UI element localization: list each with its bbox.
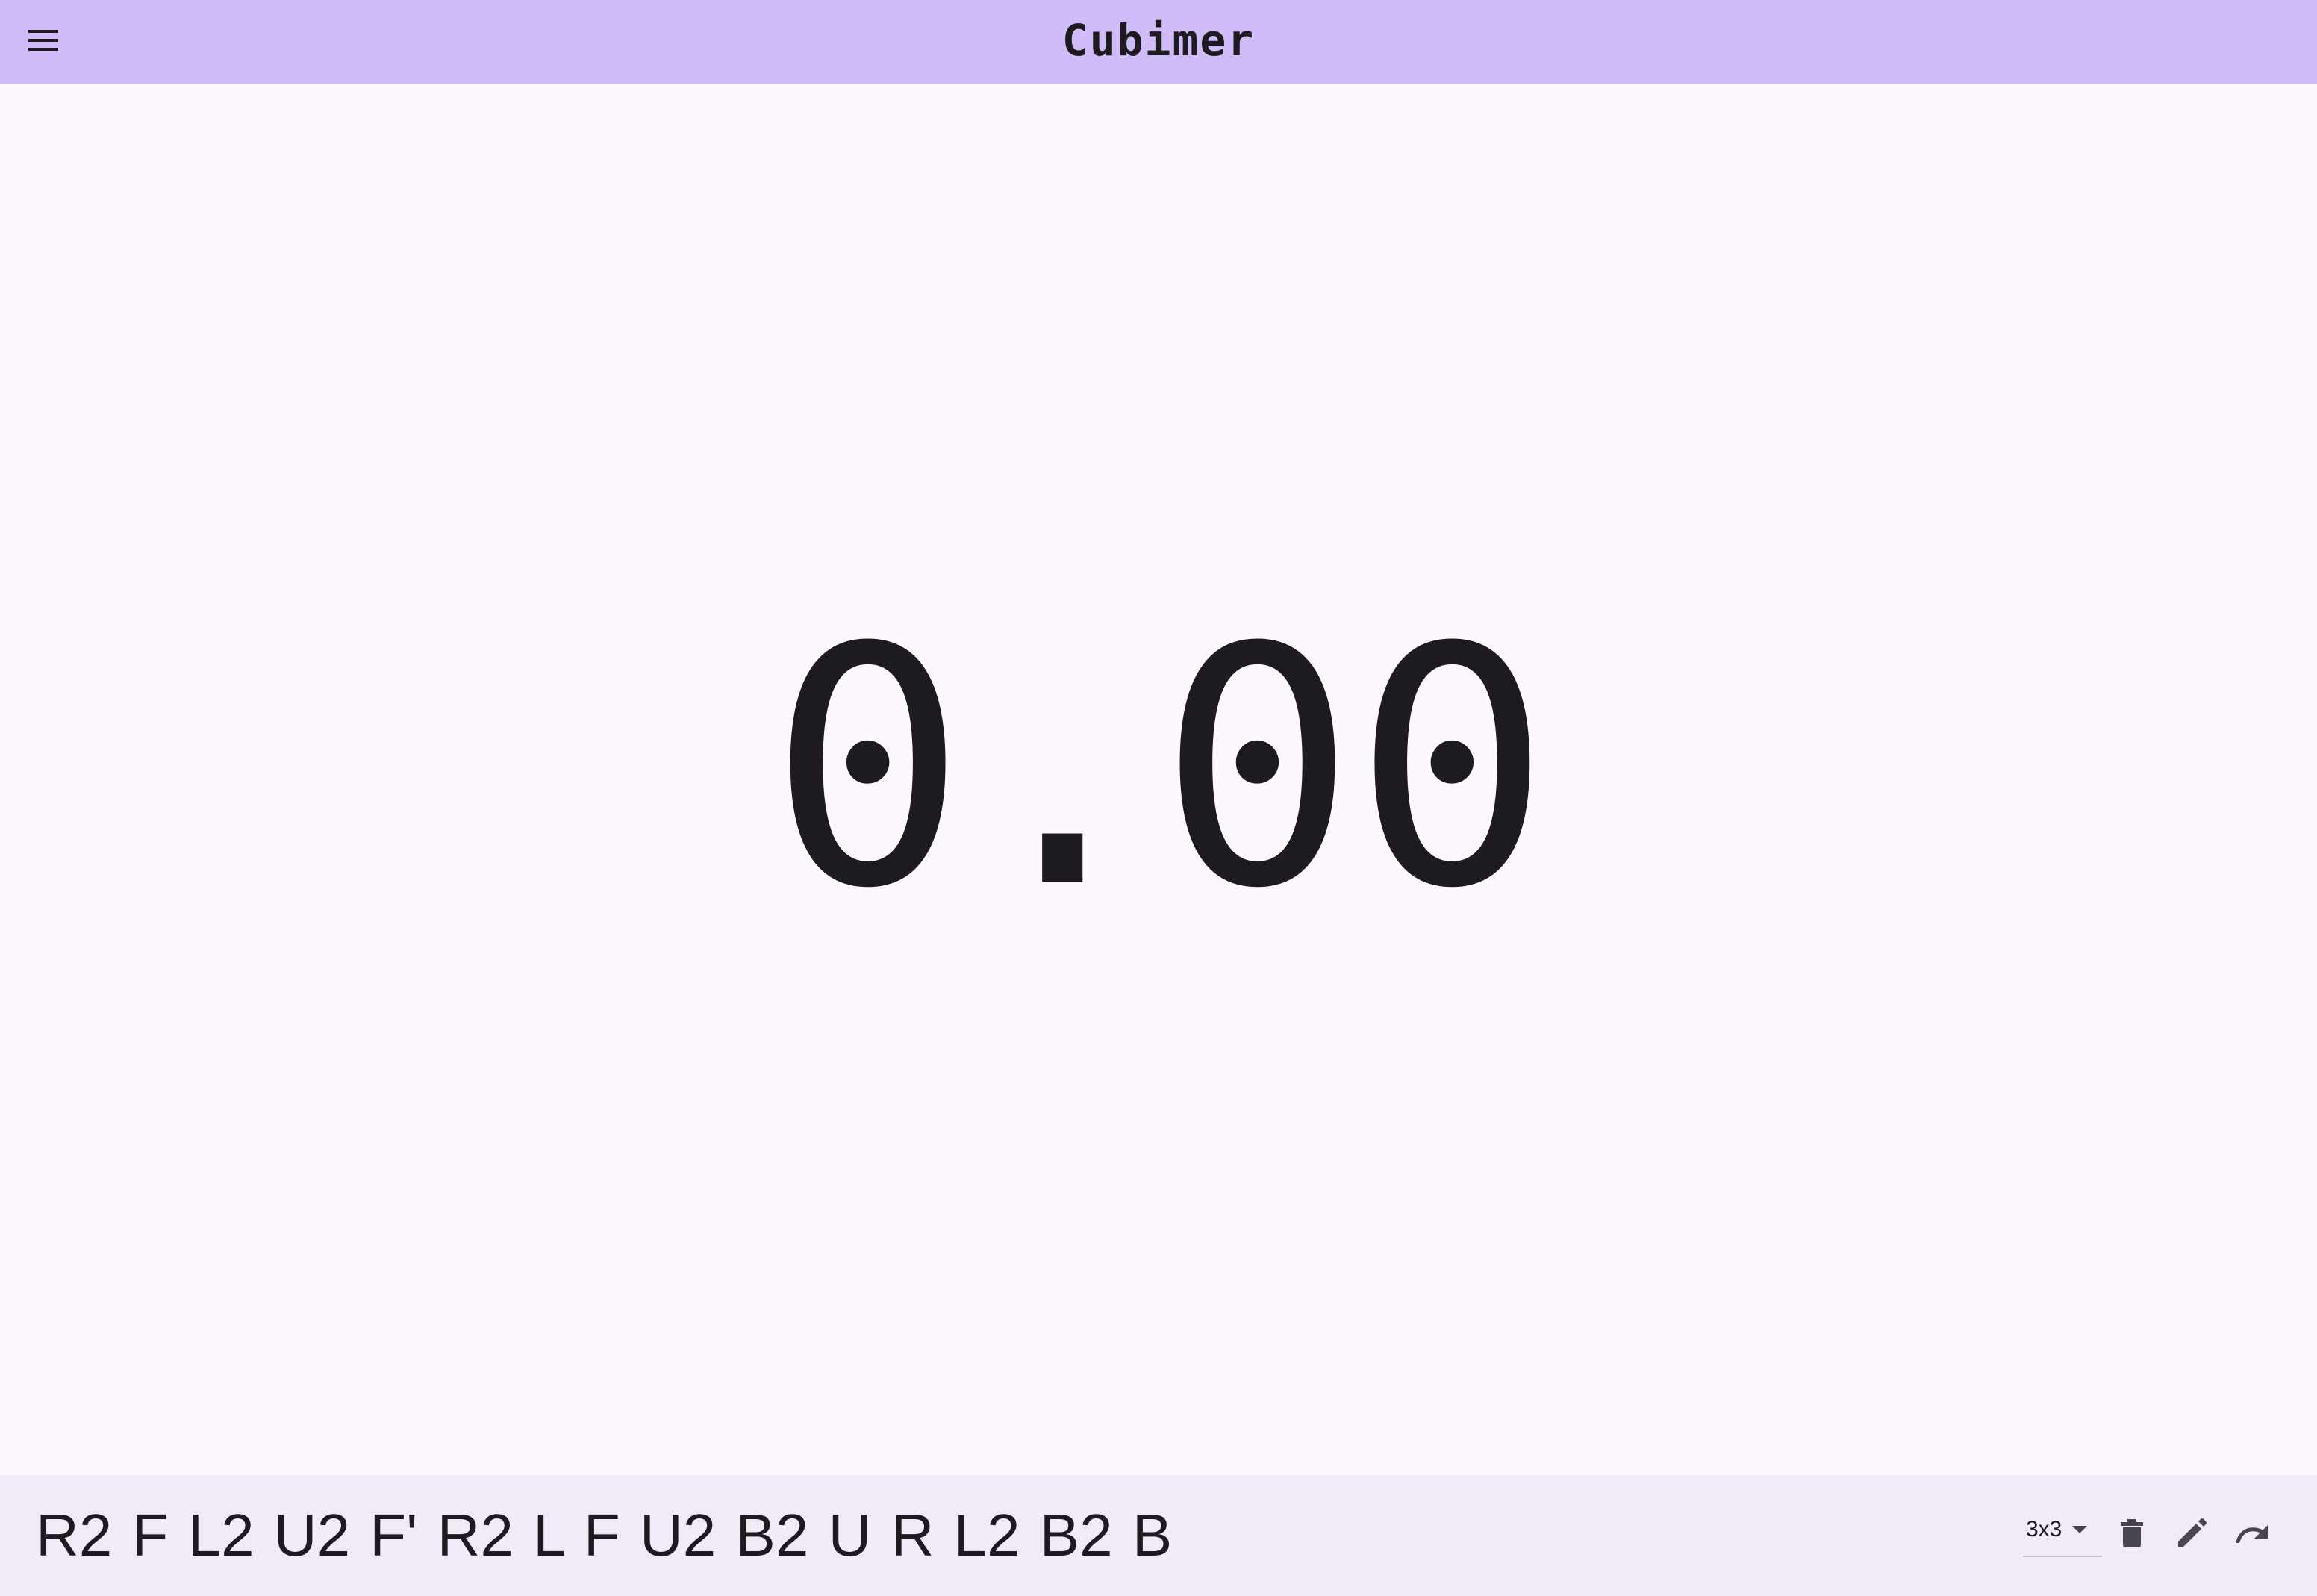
puzzle-type-select[interactable]: 3x3 xyxy=(2023,1503,2102,1557)
caret-down-icon xyxy=(2072,1526,2088,1533)
menu-icon xyxy=(28,30,58,54)
scramble-text: R2 F L2 U2 F' R2 L F U2 B2 U R L2 B2 B xyxy=(36,1502,1173,1568)
next-scramble-button[interactable] xyxy=(2221,1503,2281,1563)
app-title: Cubimer xyxy=(1061,15,1256,66)
timer-app: Cubimer 0.00 R2 F L2 U2 F' R2 L F U2 B2 … xyxy=(0,0,2317,1596)
redo-icon xyxy=(2235,1524,2268,1543)
top-app-bar: Cubimer xyxy=(0,0,2317,84)
timer-display[interactable]: 0.00 xyxy=(0,578,2317,960)
menu-button[interactable] xyxy=(16,15,70,69)
bottom-bar: R2 F L2 U2 F' R2 L F U2 B2 U R L2 B2 B 3… xyxy=(0,1475,2317,1596)
edit-button[interactable] xyxy=(2162,1503,2221,1563)
delete-button[interactable] xyxy=(2102,1503,2162,1563)
pencil-icon xyxy=(2177,1518,2207,1548)
puzzle-type-value: 3x3 xyxy=(2026,1517,2062,1542)
trash-icon xyxy=(2121,1519,2143,1547)
